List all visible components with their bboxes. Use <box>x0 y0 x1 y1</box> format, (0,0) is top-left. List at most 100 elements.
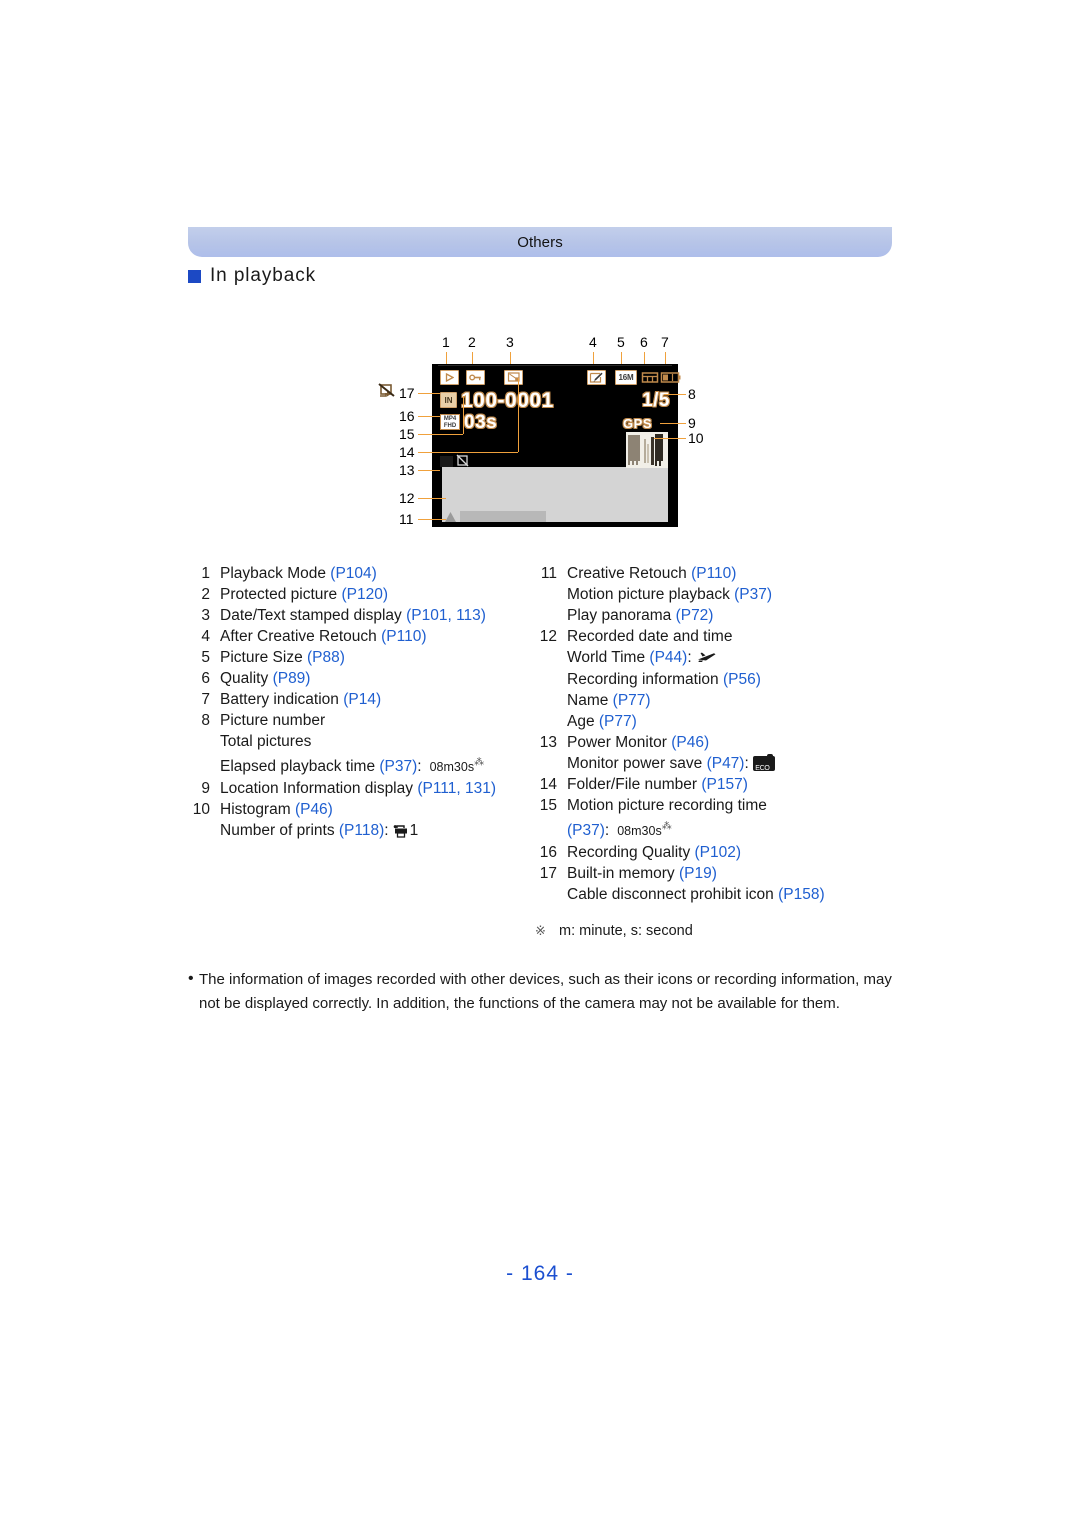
callout-number-5: 5 <box>617 334 625 350</box>
leader-line-15-v <box>463 396 464 434</box>
builtin-memory-icon: IN <box>440 392 457 408</box>
leader-line-16 <box>418 416 440 417</box>
legend-footnote: ※ m: minute, s: second <box>535 923 910 939</box>
page-ref: (P158) <box>778 886 825 904</box>
item-label: Playback Mode <box>220 565 331 582</box>
item-label: Name <box>567 692 613 709</box>
date-stamp-icon <box>504 370 523 385</box>
recording-quality-label: MP4 FHD <box>443 416 457 429</box>
page-ref: (P56) <box>722 671 761 688</box>
callout-number-9: 9 <box>688 415 696 431</box>
list-item: 11 Creative Retouch (P110) <box>540 565 737 582</box>
page-ref: (P46) <box>294 801 333 819</box>
item-label: Picture Size <box>220 649 308 666</box>
page-ref: (P104) <box>330 565 377 582</box>
item-suffix: : <box>687 649 692 666</box>
callout-number-6: 6 <box>640 334 648 350</box>
leader-line-13 <box>418 470 440 471</box>
list-item: 9 Location Information display (P111, 131… <box>201 780 497 798</box>
list-item: 15 Motion picture recording time <box>539 797 767 814</box>
leader-line-10 <box>654 438 686 439</box>
print-icon <box>393 823 410 844</box>
callout-number-12: 12 <box>399 490 415 506</box>
callout-number-15: 15 <box>399 426 415 442</box>
leader-line-4 <box>593 352 594 364</box>
list-item: 3 Date/Text stamped display (P101, 113) <box>201 607 486 624</box>
list-item: 5 Picture Size (P88) <box>201 649 345 666</box>
cable-disconnect-prohibit-icon-screen <box>456 454 470 468</box>
builtin-memory-label: IN <box>444 395 453 405</box>
item-label: Age <box>567 713 599 730</box>
list-item: 2 Protected picture (P120) <box>201 586 389 603</box>
footnote-marker: ※ <box>535 923 546 939</box>
list-item: 17 Built-in memory (P19) <box>539 865 717 883</box>
page-ref: (P72) <box>675 607 714 624</box>
battery-icon <box>660 370 682 385</box>
airplane-icon <box>697 648 717 669</box>
page-ref: (P37) <box>567 822 605 840</box>
item-suffix: : <box>604 822 610 840</box>
banner-title: Others <box>517 233 563 251</box>
item-label: Date/Text stamped display <box>220 607 407 624</box>
cable-disconnect-prohibit-icon <box>378 383 395 404</box>
playback-screen-diagram: 1 2 3 4 5 6 7 16M IN 100-0001 1/5 MP4 FH… <box>378 334 708 536</box>
item-label: Built-in memory <box>567 865 679 883</box>
item-label: Power Monitor <box>567 734 672 751</box>
note-bullet-icon: • <box>188 970 194 987</box>
item-label: Recording Quality <box>567 844 695 862</box>
footnote-marker: ⁂ <box>474 757 485 768</box>
recording-time-value: 08m30s <box>617 824 662 839</box>
callout-number-1: 1 <box>442 334 450 350</box>
lcd-top-rule <box>438 365 672 366</box>
list-item: 11Motion picture playback (P37) <box>535 584 910 605</box>
elapsed-playback-value: 08m30s <box>429 760 475 775</box>
list-item: 8 Picture number <box>201 712 326 729</box>
callout-number-2: 2 <box>468 334 476 350</box>
note-text: The information of images recorded with … <box>199 971 892 1012</box>
page-ref: (P44) <box>649 649 688 666</box>
print-count: 1 <box>409 822 419 840</box>
lcd-info-bar <box>460 511 546 522</box>
page-ref: (P77) <box>612 692 651 709</box>
leader-line-2 <box>472 352 473 364</box>
callout-number-3: 3 <box>506 334 514 350</box>
folder-file-number: 100-0001 <box>461 389 554 412</box>
lcd-screen: 16M IN 100-0001 1/5 MP4 FHD 03s GPS <box>432 364 681 527</box>
leader-line-5 <box>621 352 622 364</box>
page-ref: (P46) <box>671 734 710 751</box>
item-label: Cable disconnect prohibit icon <box>567 886 779 904</box>
list-item: 13 Power Monitor (P46) <box>539 734 710 751</box>
page-ref: (P157) <box>701 776 748 793</box>
leader-line-7 <box>665 352 666 364</box>
footnote-text: m: minute, s: second <box>559 923 693 940</box>
item-label: Histogram <box>220 801 295 819</box>
legend-lists: 1 Playback Mode (P104) 2 Protected picture… <box>188 563 908 958</box>
item-suffix: : <box>417 758 422 776</box>
leader-line-17 <box>418 393 440 394</box>
item-label: Monitor power save <box>567 755 707 772</box>
leader-line-1 <box>446 352 447 364</box>
item-label: Recorded date and time <box>567 628 733 645</box>
page-ref: (P101, 113) <box>406 607 486 624</box>
page-note: • The information of images recorded wit… <box>188 968 900 1016</box>
item-suffix: : <box>384 822 389 840</box>
item-label: Motion picture recording time <box>567 797 767 814</box>
callout-number-8: 8 <box>688 386 696 402</box>
item-label: Number of prints <box>220 822 339 840</box>
item-label: Elapsed playback time <box>220 758 380 776</box>
list-item: 8Total pictures <box>188 731 538 752</box>
list-item: 16 Recording Quality (P102) <box>539 844 742 862</box>
item-label: Protected picture <box>220 586 342 603</box>
list-item: 17Cable disconnect prohibit icon (P158) <box>535 884 910 905</box>
page-ref: (P77) <box>598 713 637 730</box>
item-label: Creative Retouch <box>567 565 692 582</box>
list-item: 1 Playback Mode (P104) <box>201 565 377 582</box>
item-label: Motion picture playback <box>567 586 735 603</box>
list-item: 12Age (P77) <box>535 711 910 732</box>
after-creative-retouch-icon <box>587 370 606 385</box>
item-label: Total pictures <box>220 733 312 750</box>
page-ref: (P102) <box>694 844 742 862</box>
item-label: Recording information <box>567 671 723 688</box>
power-monitor-icon <box>440 456 453 467</box>
leader-line-14 <box>418 452 518 453</box>
